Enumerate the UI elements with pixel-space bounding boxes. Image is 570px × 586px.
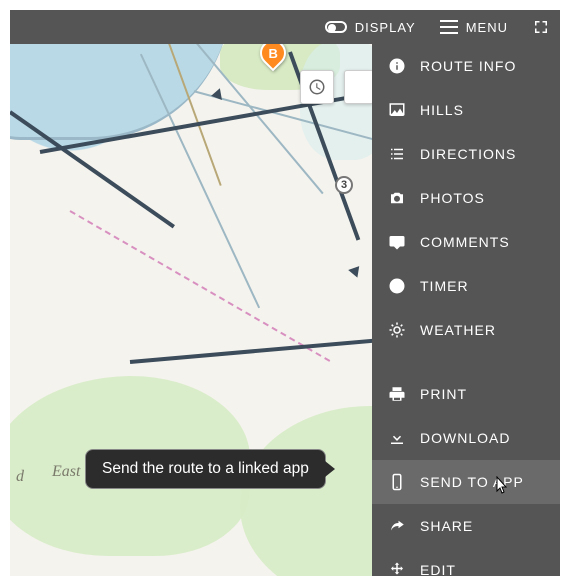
menu-item-download[interactable]: DOWNLOAD (372, 416, 560, 460)
hills-icon (388, 101, 406, 119)
menu-item-directions[interactable]: DIRECTIONS (372, 132, 560, 176)
tooltip-text: Send the route to a linked app (102, 460, 309, 477)
cursor-pointer-icon (494, 476, 510, 496)
menu-item-hills[interactable]: HILLS (372, 88, 560, 132)
menu-item-label: DIRECTIONS (420, 146, 516, 162)
map-label-east: East (52, 463, 80, 481)
menu-item-label: PRINT (420, 386, 467, 402)
menu-button[interactable]: MENU (440, 20, 508, 35)
map-label-d: d (16, 468, 24, 486)
topbar: DISPLAY MENU (10, 10, 560, 44)
map-recent-button[interactable] (300, 70, 334, 104)
app-frame: B 3 d East DISPLAY MENU ROUTE INFO (0, 0, 570, 586)
menu-item-label: DOWNLOAD (420, 430, 510, 446)
menu-item-photos[interactable]: PHOTOS (372, 176, 560, 220)
map-control-button[interactable] (344, 70, 374, 104)
display-toggle[interactable]: DISPLAY (325, 20, 416, 35)
menu-item-label: ROUTE INFO (420, 58, 516, 74)
directions-icon (388, 145, 406, 163)
menu-item-route-info[interactable]: ROUTE INFO (372, 44, 560, 88)
clock-icon (308, 78, 326, 96)
phone-icon (388, 473, 406, 491)
hamburger-icon (440, 26, 458, 28)
menu-item-label: COMMENTS (420, 234, 510, 250)
menu-item-comments[interactable]: COMMENTS (372, 220, 560, 264)
menu-item-label: SHARE (420, 518, 473, 534)
clock-icon (388, 277, 406, 295)
expand-icon (532, 18, 550, 36)
menu-dropdown: ROUTE INFO HILLS DIRECTIONS PHOTOS COMME… (372, 44, 560, 576)
menu-item-edit[interactable]: EDIT (372, 548, 560, 576)
waypoint-badge[interactable]: 3 (335, 176, 353, 194)
menu-item-label: WEATHER (420, 322, 496, 338)
marker-letter: B (268, 46, 277, 61)
menu-item-label: HILLS (420, 102, 464, 118)
download-icon (388, 429, 406, 447)
menu-item-send-to-app[interactable]: SEND TO APP (372, 460, 560, 504)
move-icon (388, 561, 406, 576)
camera-icon (388, 189, 406, 207)
info-icon (388, 57, 406, 75)
menu-item-label: EDIT (420, 562, 456, 576)
menu-item-timer[interactable]: TIMER (372, 264, 560, 308)
menu-item-weather[interactable]: WEATHER (372, 308, 560, 352)
menu-item-print[interactable]: PRINT (372, 372, 560, 416)
tooltip-send-to-app: Send the route to a linked app (85, 449, 326, 489)
menu-item-label: PHOTOS (420, 190, 485, 206)
menu-label: MENU (466, 20, 508, 35)
comment-icon (388, 233, 406, 251)
print-icon (388, 385, 406, 403)
menu-divider (372, 352, 560, 372)
route-arrow-icon (210, 88, 222, 102)
route-arrow-icon (348, 262, 364, 277)
menu-item-share[interactable]: SHARE (372, 504, 560, 548)
toggle-icon (325, 21, 347, 33)
display-label: DISPLAY (355, 20, 416, 35)
fullscreen-button[interactable] (532, 18, 550, 36)
share-icon (388, 517, 406, 535)
menu-item-label: TIMER (420, 278, 469, 294)
sun-icon (388, 321, 406, 339)
